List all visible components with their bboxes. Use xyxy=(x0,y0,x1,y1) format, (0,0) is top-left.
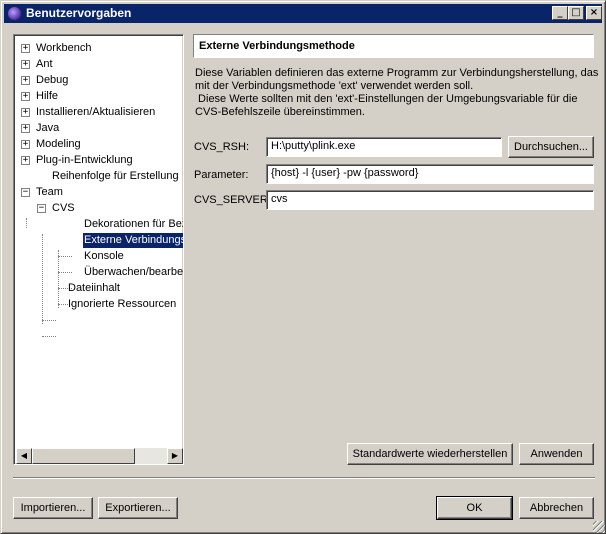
maximize-button[interactable]: □ xyxy=(568,6,584,20)
tree-item-label: Externe Verbindungsm xyxy=(83,233,183,248)
description-line: Diese Variablen definieren das externe P… xyxy=(195,67,599,79)
expand-icon[interactable]: + xyxy=(21,124,30,133)
eclipse-app-icon xyxy=(7,6,22,21)
description-line: Diese Werte sollten mit den 'ext'-Einste… xyxy=(195,93,578,105)
expand-icon[interactable]: + xyxy=(21,76,30,85)
page-description: Diese Variablen definieren das externe P… xyxy=(195,67,599,119)
browse-button[interactable]: Durchsuchen... xyxy=(508,136,594,158)
tree-connector xyxy=(26,218,27,228)
tree-item-label: Konsole xyxy=(84,250,124,262)
tree-horizontal-scrollbar[interactable]: ◀ ▶ xyxy=(16,448,183,464)
tree-item-label: Ant xyxy=(36,58,53,70)
close-button[interactable]: × xyxy=(586,6,602,20)
tree-item-label: Überwachen/bearbeite xyxy=(84,266,183,278)
footer-separator xyxy=(13,477,595,479)
tree-connector xyxy=(58,272,72,273)
expand-icon[interactable]: + xyxy=(21,60,30,69)
apply-button[interactable]: Anwenden xyxy=(519,443,594,465)
tree-item-label: Dekorationen für Beze xyxy=(84,218,183,230)
tree-item-label: Reihenfolge für Erstellung xyxy=(52,170,179,182)
minimize-button[interactable]: _ xyxy=(552,6,568,20)
cvs-rsh-input[interactable]: H:\putty\plink.exe xyxy=(266,137,502,157)
tree-item-label: CVS xyxy=(52,202,75,214)
resize-grip[interactable] xyxy=(593,521,605,533)
tree-item-label: Dateiinhalt xyxy=(68,282,120,294)
tree-connector xyxy=(42,320,56,321)
export-button[interactable]: Exportieren... xyxy=(98,497,178,519)
preferences-window: Benutzervorgaben _ □ × + Workbench + Ant + De… xyxy=(0,0,606,534)
tree-connector xyxy=(42,234,43,324)
ok-button[interactable]: OK xyxy=(436,496,513,520)
import-button[interactable]: Importieren... xyxy=(13,497,93,519)
collapse-icon[interactable]: − xyxy=(21,188,30,197)
cvs-rsh-label: CVS_RSH: xyxy=(194,141,250,153)
expand-icon[interactable]: + xyxy=(21,140,30,149)
description-line: mit der Verbindungsmethode 'ext' verwend… xyxy=(195,80,474,92)
window-title: Benutzervorgaben xyxy=(26,6,132,20)
tree-list: + Workbench + Ant + Debug + Hilfe + Installieren/… xyxy=(16,37,183,447)
title-bar[interactable]: Benutzervorgaben _ □ × xyxy=(4,4,602,23)
cvs-server-input[interactable]: cvs xyxy=(266,190,594,210)
tree-item-label: Installieren/Aktualisieren xyxy=(36,106,156,118)
tree-item-label: Hilfe xyxy=(36,90,59,102)
tree-item-label: Team xyxy=(36,186,63,198)
cvs-server-label: CVS_SERVER: xyxy=(194,194,271,206)
tree-item-label: Debug xyxy=(36,74,69,86)
parameter-label: Parameter: xyxy=(194,169,249,181)
expand-icon[interactable]: + xyxy=(21,108,30,117)
cancel-button[interactable]: Abbrechen xyxy=(519,497,594,519)
tree-item-label: Plug-in-Entwicklung xyxy=(36,154,133,166)
tree-connector xyxy=(42,336,56,337)
scroll-thumb[interactable] xyxy=(32,448,135,464)
tree-item-label: Modeling xyxy=(36,138,81,150)
tree-item-label: Java xyxy=(36,122,60,134)
expand-icon[interactable]: + xyxy=(21,92,30,101)
scroll-right-button[interactable]: ▶ xyxy=(167,448,183,464)
restore-defaults-button[interactable]: Standardwerte wiederherstellen xyxy=(347,443,513,465)
preferences-tree[interactable]: + Workbench + Ant + Debug + Hilfe + Installieren/… xyxy=(13,34,184,465)
page-title: Externe Verbindungsmethode xyxy=(193,34,594,58)
description-line: CVS-Befehlszeile übereinstimmen. xyxy=(195,106,365,118)
tree-connector xyxy=(58,250,59,308)
parameter-input[interactable]: {host} -l {user} -pw {password} xyxy=(266,164,594,184)
scroll-left-button[interactable]: ◀ xyxy=(16,448,32,464)
expand-icon[interactable]: + xyxy=(21,156,30,165)
tree-item-label: Workbench xyxy=(36,42,92,54)
expand-icon[interactable]: + xyxy=(21,44,30,53)
tree-connector xyxy=(58,256,72,257)
tree-item-label: Ignorierte Ressourcen xyxy=(68,298,177,310)
collapse-icon[interactable]: − xyxy=(37,204,46,213)
